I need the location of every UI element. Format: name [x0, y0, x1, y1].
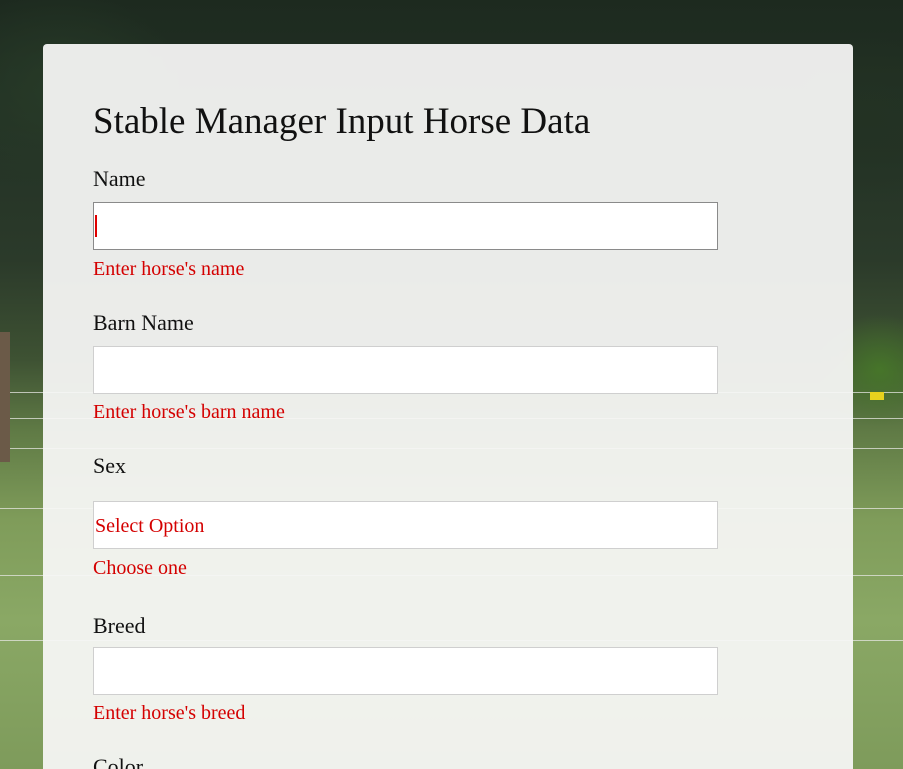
- barn-name-field-group: Barn Name Enter horse's barn name: [93, 310, 718, 424]
- sex-label: Sex: [93, 453, 126, 478]
- sex-field-group: Sex Select Option Choose one: [93, 453, 718, 580]
- form-card: Stable Manager Input Horse Data Name Ent…: [43, 44, 853, 769]
- name-label: Name: [93, 166, 146, 191]
- barn-name-error: Enter horse's barn name: [93, 401, 285, 423]
- breed-error: Enter horse's breed: [93, 702, 246, 724]
- barn-name-input[interactable]: [93, 346, 718, 394]
- name-input[interactable]: [93, 202, 718, 250]
- breed-input[interactable]: [93, 647, 718, 695]
- color-label: Color: [93, 754, 144, 769]
- fence-post: [0, 332, 10, 462]
- name-field-group: Name Enter horse's name: [93, 166, 718, 281]
- text-cursor: [95, 215, 97, 237]
- breed-field-group: Breed Enter horse's breed: [93, 613, 718, 725]
- name-error: Enter horse's name: [93, 258, 245, 280]
- barn-name-label: Barn Name: [93, 310, 194, 335]
- horse-data-form: Stable Manager Input Horse Data Name Ent…: [93, 100, 718, 769]
- sex-select[interactable]: Select Option: [93, 501, 718, 549]
- breed-label: Breed: [93, 613, 146, 638]
- fence-sign: [870, 392, 884, 400]
- page-title: Stable Manager Input Horse Data: [93, 101, 591, 142]
- sex-error: Choose one: [93, 557, 187, 579]
- sex-select-value: Select Option: [95, 515, 205, 537]
- color-field-group: Color: [93, 754, 718, 769]
